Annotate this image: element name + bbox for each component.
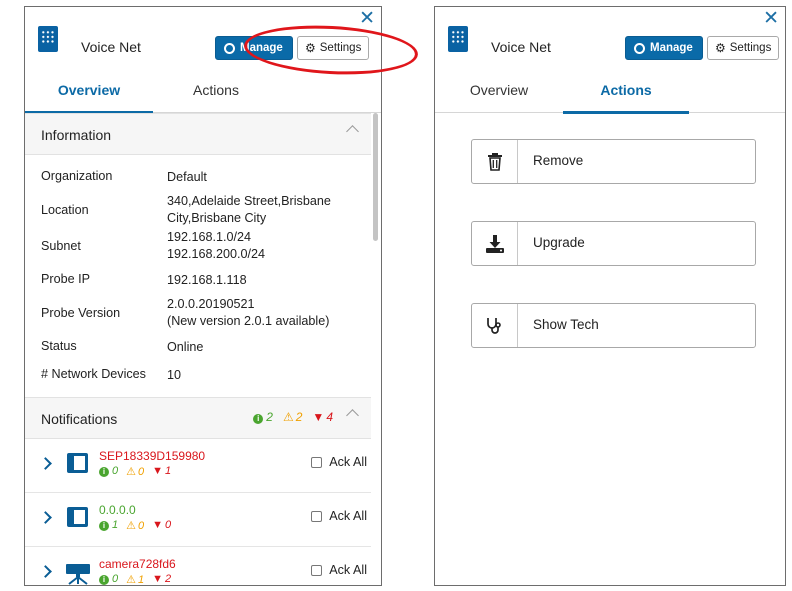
tab-label: Actions [600, 82, 652, 98]
info-value: 340,Adelaide Street,Brisbane City,Brisba… [167, 194, 331, 225]
info-value: 192.168.1.118 [167, 273, 247, 287]
action-label: Remove [533, 153, 584, 168]
settings-label: Settings [319, 42, 362, 54]
chevron-right-icon[interactable] [39, 565, 52, 578]
ack-all-checkbox[interactable]: Ack All [311, 455, 367, 469]
show-tech-button[interactable]: Show Tech [471, 303, 756, 348]
action-label: Upgrade [533, 235, 585, 250]
tab-label: Overview [469, 82, 529, 98]
chevron-right-icon[interactable] [39, 511, 52, 524]
ack-all-checkbox[interactable]: Ack All [311, 509, 367, 523]
panel-title: Voice Net [491, 39, 551, 55]
camera-icon [66, 564, 90, 585]
tab-bar: Overview Actions [435, 67, 785, 114]
info-key: Status [41, 339, 77, 353]
critical-icon: ▼ [152, 573, 164, 585]
tab-actions[interactable]: Actions [563, 67, 689, 114]
voice-network-icon [448, 26, 468, 52]
device-counts: i1 ⚠ 0 ▼ 0 [99, 519, 171, 532]
gear-icon: ⚙ [715, 41, 726, 55]
remove-button[interactable]: Remove [471, 139, 756, 184]
panel-header: ✕ Voice Net Manage ⚙ Settings [435, 7, 785, 65]
tab-label: Actions [193, 82, 239, 98]
panel-title: Voice Net [81, 39, 141, 55]
tab-overview[interactable]: Overview [25, 67, 153, 114]
download-icon [472, 222, 518, 265]
device-panel-overview: ✕ Voice Net Manage ⚙ Settings Overview A… [24, 6, 382, 586]
warning-icon: ⚠ [282, 410, 294, 424]
info-key: Location [41, 203, 89, 217]
critical-icon: ▼ [152, 465, 164, 477]
warning-icon: ⚠ [126, 520, 136, 532]
device-counts: i0 ⚠ 0 ▼ 1 [99, 465, 171, 478]
scrollbar-thumb[interactable] [373, 113, 378, 241]
chevron-up-icon[interactable] [346, 409, 359, 422]
info-value: 192.168.1.0/24 192.168.200.0/24 [167, 230, 266, 261]
info-icon: i [99, 575, 109, 585]
manage-label: Manage [650, 42, 693, 54]
panel-header: ✕ Voice Net Manage ⚙ Settings [25, 7, 381, 65]
stethoscope-icon [472, 304, 518, 347]
close-icon[interactable]: ✕ [763, 9, 779, 28]
section-title: Information [41, 127, 112, 143]
close-icon[interactable]: ✕ [359, 9, 375, 28]
device-counts: i0 ⚠ 1 ▼ 2 [99, 573, 171, 586]
tab-bar: Overview Actions [25, 67, 381, 114]
notification-item: camera728fd6 i0 ⚠ 1 ▼ 2 Ack All [25, 547, 371, 586]
phone-icon [67, 507, 88, 527]
manage-button[interactable]: Manage [625, 36, 703, 60]
settings-label: Settings [729, 42, 772, 54]
info-icon: i [99, 521, 109, 531]
chevron-up-icon[interactable] [346, 125, 359, 138]
info-key: Organization [41, 169, 113, 183]
info-value: 10 [167, 368, 182, 382]
information-section-header[interactable]: Information [25, 113, 371, 155]
chevron-right-icon[interactable] [39, 457, 52, 470]
notification-item: SEP18339D159980 i0 ⚠ 0 ▼ 1 Ack All [25, 439, 371, 493]
globe-icon [224, 42, 235, 54]
info-key: Probe IP [41, 272, 91, 286]
device-name-link[interactable]: 0.0.0.0 [99, 503, 136, 517]
tab-actions[interactable]: Actions [153, 67, 279, 113]
info-icon: i [99, 467, 109, 477]
trash-icon [472, 140, 518, 183]
tab-overview[interactable]: Overview [435, 67, 563, 113]
critical-icon: ▼ [152, 519, 164, 531]
voice-network-icon [38, 26, 58, 52]
notifications-section-header[interactable]: Notifications i2 ⚠ 2 ▼ 4 [25, 397, 371, 439]
device-name-link[interactable]: camera728fd6 [99, 557, 176, 571]
tab-label: Overview [57, 82, 121, 98]
info-value: 2.0.0.20190521 (New version 2.0.1 availa… [167, 297, 330, 328]
action-label: Show Tech [533, 317, 599, 332]
info-key: Probe Version [41, 306, 121, 320]
warning-icon: ⚠ [126, 574, 136, 586]
manage-button[interactable]: Manage [215, 36, 293, 60]
gear-icon: ⚙ [305, 41, 316, 55]
notification-item: 0.0.0.0 i1 ⚠ 0 ▼ 0 Ack All [25, 493, 371, 547]
info-key: # Network Devices [41, 367, 146, 381]
notification-counts: i2 ⚠ 2 ▼ 4 [253, 410, 333, 424]
manage-label: Manage [240, 42, 283, 54]
phone-icon [67, 453, 88, 473]
info-value: Default [167, 170, 207, 184]
overview-content: Information Organization Default Locatio… [25, 113, 371, 585]
critical-icon: ▼ [312, 410, 325, 424]
device-name-link[interactable]: SEP18339D159980 [99, 449, 205, 463]
ack-all-checkbox[interactable]: Ack All [311, 563, 367, 577]
settings-button[interactable]: ⚙ Settings [707, 36, 780, 60]
info-key: Subnet [41, 239, 81, 253]
device-panel-actions: ✕ Voice Net Manage ⚙ Settings Overview A… [434, 6, 786, 586]
warning-icon: ⚠ [126, 466, 136, 478]
globe-icon [634, 42, 645, 54]
info-icon: i [253, 414, 264, 424]
info-value: Online [167, 340, 204, 354]
settings-button[interactable]: ⚙ Settings [297, 36, 370, 60]
section-title: Notifications [41, 411, 118, 427]
upgrade-button[interactable]: Upgrade [471, 221, 756, 266]
